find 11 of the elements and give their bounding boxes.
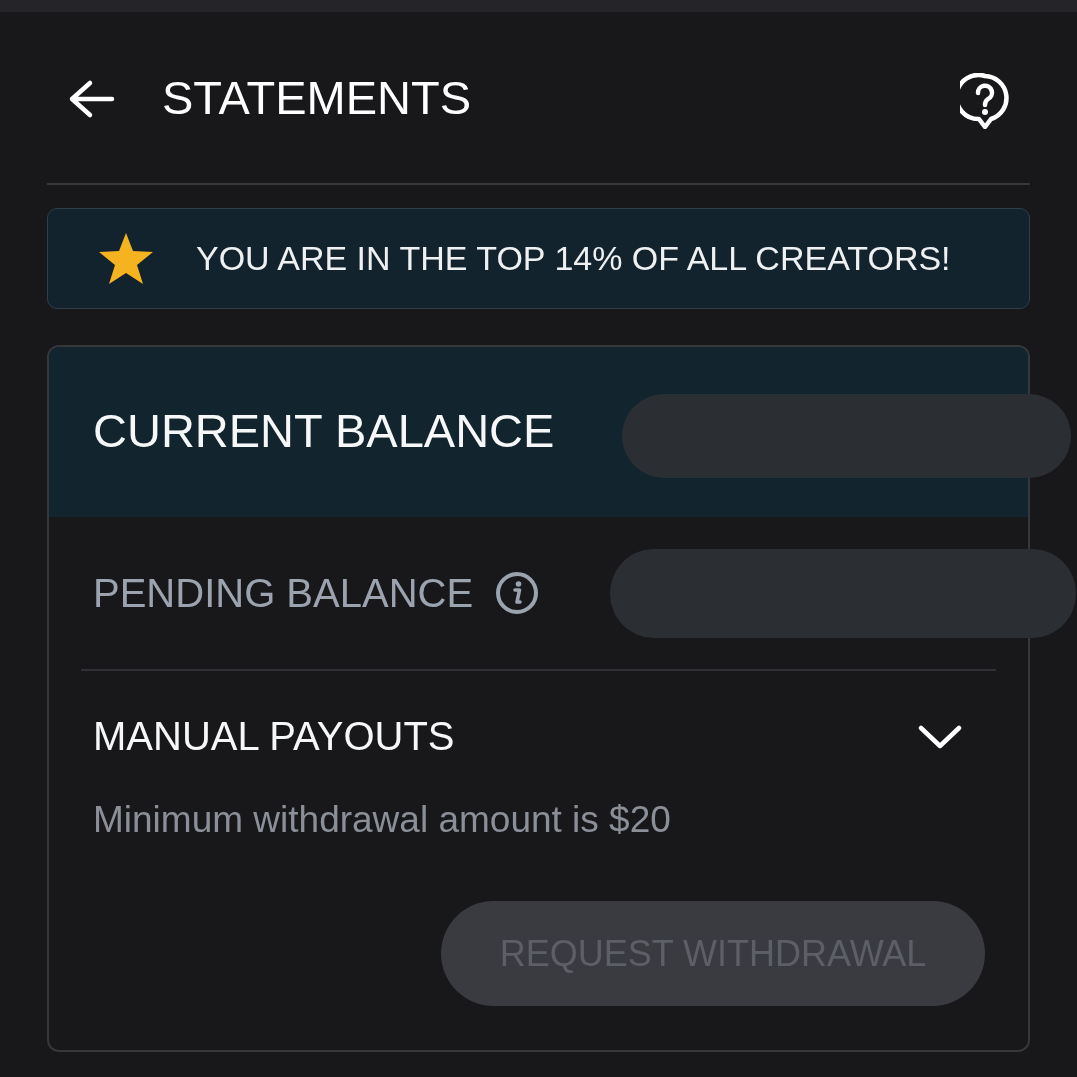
pending-balance-label: PENDING BALANCE bbox=[93, 570, 474, 616]
help-icon[interactable] bbox=[960, 72, 1010, 129]
star-icon bbox=[97, 231, 155, 286]
info-icon[interactable] bbox=[495, 571, 540, 615]
minimum-withdrawal-note: Minimum withdrawal amount is $20 bbox=[93, 799, 672, 841]
page-title: STATEMENTS bbox=[162, 70, 472, 125]
chevron-down-icon[interactable] bbox=[918, 724, 962, 749]
banner-text: YOU ARE IN THE TOP 14% OF ALL CREATORS! bbox=[196, 239, 951, 278]
current-balance-label: CURRENT BALANCE bbox=[93, 402, 555, 458]
manual-payouts-title: MANUAL PAYOUTS bbox=[93, 714, 455, 759]
back-arrow-icon[interactable] bbox=[68, 78, 116, 119]
